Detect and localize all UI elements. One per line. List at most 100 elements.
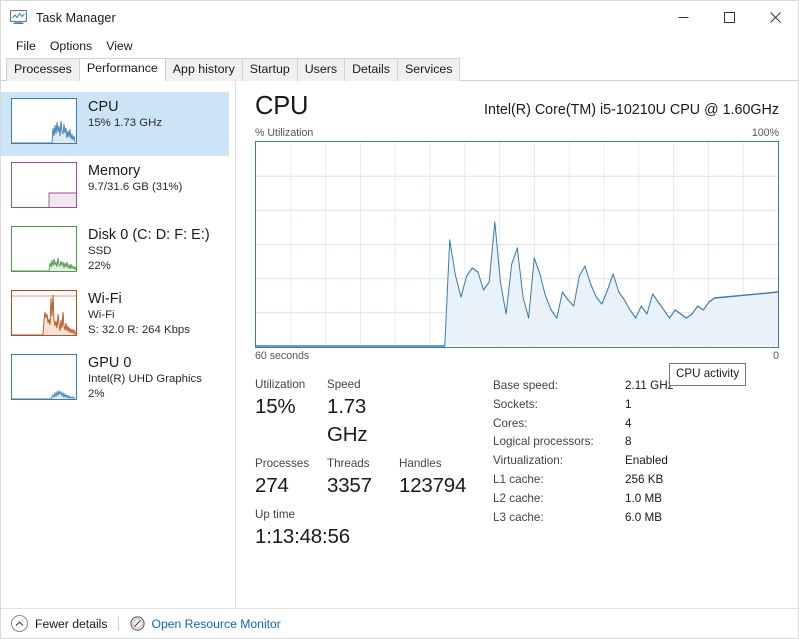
uptime-label: Up time [255, 508, 295, 521]
spec-row-virtualization: Virtualization: Enabled [493, 452, 779, 471]
fewer-details-button[interactable]: Fewer details [35, 617, 107, 631]
cpu-activity-tooltip: CPU activity [669, 363, 747, 386]
virtualization-value: Enabled [625, 454, 668, 468]
wifi-sub2: S: 32.0 R: 264 Kbps [88, 323, 190, 336]
content-area: CPU 15% 1.73 GHz Memory 9.7/31.6 GB (31%… [1, 81, 798, 634]
graph-axis-bottom: 60 seconds 0 [255, 350, 779, 362]
disk0-title: Disk 0 (C: D: F: E:) [88, 227, 210, 243]
tab-startup[interactable]: Startup [241, 58, 298, 81]
graph-axis-top: % Utilization 100% [255, 127, 779, 139]
base-speed-label: Base speed: [493, 379, 558, 392]
tab-details[interactable]: Details [344, 58, 398, 81]
menu-file[interactable]: File [9, 37, 43, 55]
stat-labels-row-1: Utilization Speed [255, 376, 483, 393]
cpu-utilization-graph[interactable] [255, 141, 779, 348]
stat-labels-row-2: Processes Threads Handles [255, 455, 483, 472]
status-bar: Fewer details Open Resource Monitor [1, 608, 798, 638]
stats-right-column: Base speed: 2.11 GHz Sockets: 1 Cores: 4… [483, 376, 779, 557]
uptime-value: 1:13:48:56 [255, 525, 350, 548]
utilization-label: Utilization [255, 378, 306, 391]
cpu-labels: CPU 15% 1.73 GHz [88, 98, 162, 131]
disk0-thumbnail [11, 226, 77, 272]
resource-sidebar: CPU 15% 1.73 GHz Memory 9.7/31.6 GB (31%… [1, 81, 236, 634]
menu-view[interactable]: View [99, 37, 139, 55]
title-bar: Task Manager [1, 1, 798, 34]
stat-values-row-1: 15% 1.73 GHz [255, 393, 483, 449]
footer-divider [118, 616, 120, 631]
tab-processes[interactable]: Processes [6, 58, 80, 81]
spec-row-l2-cache: L2 cache: 1.0 MB [493, 490, 779, 509]
page-title: CPU [255, 92, 309, 120]
minimize-button[interactable] [660, 1, 706, 34]
sidebar-item-wifi[interactable]: Wi-Fi Wi-Fi S: 32.0 R: 264 Kbps [1, 284, 229, 348]
l2-cache-label: L2 cache: [493, 491, 544, 505]
stat-group-uptime: Up time 1:13:48:56 [255, 506, 483, 551]
tab-strip: Processes Performance App history Startu… [1, 57, 798, 81]
gpu0-labels: GPU 0 Intel(R) UHD Graphics 2% [88, 354, 202, 401]
maximize-button[interactable] [706, 1, 752, 34]
graph-y-axis-label: % Utilization [255, 127, 314, 139]
l3-cache-value: 6.0 MB [625, 510, 663, 524]
cpu-detail-panel: CPU Intel(R) Core(TM) i5-10210U CPU @ 1.… [236, 81, 798, 634]
speed-label: Speed [327, 378, 361, 391]
processes-label: Processes [255, 457, 310, 470]
handles-value: 123794 [399, 474, 467, 497]
gpu0-title: GPU 0 [88, 355, 132, 371]
gpu0-sub2: 2% [88, 387, 105, 400]
open-resource-monitor-link[interactable]: Open Resource Monitor [151, 617, 280, 631]
close-button[interactable] [752, 1, 798, 34]
cores-value: 4 [625, 416, 632, 430]
spec-row-l1-cache: L1 cache: 256 KB [493, 471, 779, 490]
caption-buttons [660, 1, 798, 34]
stat-group-processes-threads-handles: Processes Threads Handles 274 3357 12379… [255, 455, 483, 500]
logical-processors-label: Logical processors: [493, 435, 594, 449]
wifi-thumbnail [11, 290, 77, 336]
task-manager-window: Task Manager File Options View Processes… [0, 0, 799, 639]
tab-app-history[interactable]: App history [164, 58, 243, 81]
stats-left-column: Utilization Speed 15% 1.73 GHz Processes… [255, 376, 483, 557]
wifi-sub1: Wi-Fi [88, 309, 115, 321]
virtualization-label: Virtualization: [493, 454, 563, 468]
l1-cache-value: 256 KB [625, 472, 664, 486]
disk0-labels: Disk 0 (C: D: F: E:) SSD 22% [88, 226, 210, 273]
sidebar-item-disk0[interactable]: Disk 0 (C: D: F: E:) SSD 22% [1, 220, 229, 284]
disk0-sub2: 22% [88, 259, 111, 272]
stat-group-utilization-speed: Utilization Speed 15% 1.73 GHz [255, 376, 483, 449]
graph-x-end-label: 0 [773, 350, 779, 362]
spec-row-sockets: Sockets: 1 [493, 396, 779, 415]
l1-cache-label: L1 cache: [493, 472, 544, 486]
processes-value: 274 [255, 474, 289, 497]
cpu-thumbnail [11, 98, 77, 144]
base-speed-value: 2.11 GHz [625, 379, 674, 392]
disk0-sub1: SSD [88, 245, 112, 257]
chevron-up-icon[interactable] [11, 615, 28, 632]
graph-y-max-label: 100% [751, 127, 779, 139]
tab-users[interactable]: Users [296, 58, 346, 81]
handles-label: Handles [399, 457, 442, 470]
wifi-labels: Wi-Fi Wi-Fi S: 32.0 R: 264 Kbps [88, 290, 190, 337]
memory-thumbnail [11, 162, 77, 208]
sidebar-item-cpu[interactable]: CPU 15% 1.73 GHz [1, 92, 229, 156]
stat-values-row-2: 274 3357 123794 [255, 472, 483, 500]
stats-area: Utilization Speed 15% 1.73 GHz Processes… [255, 376, 779, 557]
memory-labels: Memory 9.7/31.6 GB (31%) [88, 162, 182, 195]
tab-performance[interactable]: Performance [78, 58, 166, 81]
menu-options[interactable]: Options [43, 37, 99, 55]
gpu0-thumbnail [11, 354, 77, 400]
cpu-sub1: 15% 1.73 GHz [88, 117, 163, 129]
threads-label: Threads [327, 457, 370, 470]
logical-processors-value: 8 [625, 435, 632, 449]
sockets-label: Sockets: [493, 397, 538, 411]
spec-row-cores: Cores: 4 [493, 415, 779, 434]
sidebar-item-gpu0[interactable]: GPU 0 Intel(R) UHD Graphics 2% [1, 348, 229, 412]
gpu0-sub1: Intel(R) UHD Graphics [88, 373, 202, 385]
wifi-title: Wi-Fi [88, 291, 122, 307]
sidebar-item-memory[interactable]: Memory 9.7/31.6 GB (31%) [1, 156, 229, 220]
memory-title: Memory [88, 163, 141, 179]
resource-monitor-icon [130, 616, 146, 631]
spec-row-l3-cache: L3 cache: 6.0 MB [493, 509, 779, 528]
tab-services[interactable]: Services [396, 58, 461, 81]
sockets-value: 1 [625, 397, 632, 411]
l3-cache-label: L3 cache: [493, 510, 544, 524]
l2-cache-value: 1.0 MB [625, 491, 663, 505]
